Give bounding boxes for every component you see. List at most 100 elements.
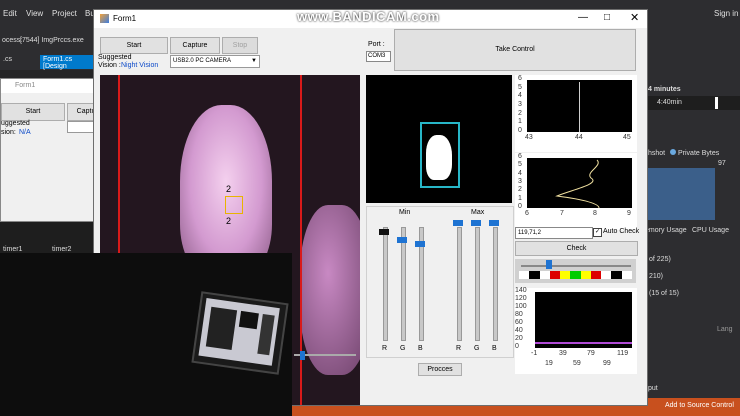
ide-tabs: .cs Form1.cs [Design xyxy=(0,52,100,70)
mask-preview xyxy=(366,75,512,203)
histogram-3: -1 39 79 119 19 59 99 xyxy=(515,288,637,374)
private-bytes-legend: Private Bytes xyxy=(678,150,720,157)
hist3-xt3: 119 xyxy=(617,350,629,357)
hist3-xb1: 59 xyxy=(573,360,581,367)
mask-blob xyxy=(426,135,452,180)
hist2_y-tick: 5 xyxy=(518,161,522,169)
inner-form-title: Form1 xyxy=(15,82,36,89)
hist3_y-tick: 100 xyxy=(515,303,527,310)
main-form-title: Form1 xyxy=(113,14,137,23)
inner-form-titlebar: Form1 xyxy=(1,79,101,93)
min-b-thumb[interactable] xyxy=(415,241,425,247)
take-control-button[interactable]: Take Control xyxy=(394,29,636,71)
close-icon[interactable]: ✕ xyxy=(630,11,639,24)
inner-vision-label: sion: xyxy=(1,129,16,136)
webcam-laptop-screen xyxy=(191,291,289,375)
threshold-group: Min Max R G B R G B xyxy=(366,206,514,358)
procces-button[interactable]: Procces xyxy=(418,363,462,376)
tracker-label-bottom: 2 xyxy=(226,216,232,226)
inner-vision-value: N/A xyxy=(19,129,31,136)
color-slider-track[interactable] xyxy=(521,265,631,267)
hist1_y-tick: 6 xyxy=(518,75,522,82)
ide-process-bar: ocess: [7544] ImgPrccs.exe xyxy=(0,28,100,52)
auto-check-checkbox[interactable]: ✓ xyxy=(593,228,602,237)
sign-in-link[interactable]: Sign in xyxy=(714,9,738,18)
hist2-x2: 8 xyxy=(593,210,597,217)
hist3-xt2: 79 xyxy=(587,350,595,357)
timer2-label[interactable]: timer2 xyxy=(52,246,71,253)
hist3_y-tick: 80 xyxy=(515,311,523,318)
max-b-thumb[interactable] xyxy=(489,220,499,226)
coord-field[interactable]: 119,71,2 xyxy=(515,227,593,239)
hist3-xt0: -1 xyxy=(531,350,538,357)
hist2_y-tick: 2 xyxy=(518,186,522,194)
histogram-3-series xyxy=(535,342,632,344)
minimize-icon[interactable]: — xyxy=(578,12,588,23)
max-label: Max xyxy=(471,209,485,216)
histogram-3-plot xyxy=(535,292,632,348)
process-value[interactable]: [7544] ImgPrccs.exe xyxy=(20,37,84,44)
cpu-usage-tab[interactable]: CPU Usage xyxy=(692,227,729,234)
max-r-label: R xyxy=(456,345,462,352)
histogram-1-line xyxy=(579,82,580,132)
camera-select-value: USB2.0 PC CAMERA xyxy=(173,58,232,64)
port-input[interactable]: COM3 xyxy=(366,51,391,62)
output-label: put xyxy=(648,385,658,392)
webcam-overlay xyxy=(0,253,292,416)
hist1_y-tick: 1 xyxy=(518,118,522,126)
color-slider-thumb[interactable] xyxy=(546,260,552,269)
hist1_y-tick: 2 xyxy=(518,109,522,117)
menu-edit[interactable]: Edit xyxy=(3,9,17,18)
hist2_y-tick: 0 xyxy=(518,203,522,210)
max-r-track[interactable] xyxy=(457,227,462,341)
menu-view[interactable]: View xyxy=(26,9,43,18)
add-to-source-control[interactable]: Add to Source Control xyxy=(665,402,734,409)
min-g-thumb[interactable] xyxy=(397,237,407,243)
inner-suggested-label: uggested xyxy=(1,120,30,127)
histogram-1: 43 44 45 xyxy=(515,75,637,152)
min-g-track[interactable] xyxy=(401,227,406,341)
auto-check-label: Auto Check xyxy=(603,228,640,235)
menu-project[interactable]: Project xyxy=(52,9,77,18)
timeline-handle[interactable] xyxy=(715,97,718,109)
bandicam-watermark: www.BANDICAM.com xyxy=(297,9,440,24)
max-r-thumb[interactable] xyxy=(453,220,463,226)
duration-label: 4 minutes xyxy=(648,86,681,93)
memory-usage-tab[interactable]: emory Usage xyxy=(645,227,687,234)
histogram-2-plot xyxy=(527,158,632,208)
histogram-1-plot xyxy=(527,80,632,132)
hist3_y-tick: 40 xyxy=(515,327,523,334)
start-button[interactable]: Start xyxy=(100,37,168,54)
hist2_y-tick: 6 xyxy=(518,153,522,160)
hist2_y-tick: 3 xyxy=(518,178,522,185)
min-r-track[interactable] xyxy=(383,227,388,341)
max-g-thumb[interactable] xyxy=(471,220,481,226)
capture-button[interactable]: Capture xyxy=(170,37,220,54)
tab-cs[interactable]: .cs xyxy=(0,55,15,69)
webcam-laptop-content xyxy=(198,298,280,366)
hist2-x1: 7 xyxy=(560,210,564,217)
maximize-icon[interactable]: □ xyxy=(604,12,610,23)
timer1-label[interactable]: timer1 xyxy=(3,246,22,253)
chevron-down-icon: ▼ xyxy=(251,58,257,64)
camera-select[interactable]: USB2.0 PC CAMERA ▼ xyxy=(170,55,260,68)
camera-slider-thumb[interactable] xyxy=(300,351,305,360)
max-b-track[interactable] xyxy=(493,227,498,341)
tracker-label-top: 2 xyxy=(226,184,232,194)
vision-label: Vision : xyxy=(98,62,121,69)
max-g-track[interactable] xyxy=(475,227,480,341)
hist1_y-tick: 5 xyxy=(518,83,522,91)
component-tray: timer1 timer2 xyxy=(0,220,100,256)
memory-value: 97 xyxy=(718,160,726,167)
hist3_y-tick: 0 xyxy=(515,343,519,350)
min-r-thumb[interactable] xyxy=(379,229,389,235)
hist1-x2: 45 xyxy=(623,134,631,141)
memory-graph xyxy=(645,168,715,220)
hist1_y-tick: 3 xyxy=(518,101,522,108)
max-g-label: G xyxy=(474,345,480,352)
inner-start-button[interactable]: Start xyxy=(1,103,65,121)
check-button[interactable]: Check xyxy=(515,241,638,256)
hist2-x3: 9 xyxy=(627,210,631,217)
hist3_y-tick: 120 xyxy=(515,295,527,302)
tab-form1-design[interactable]: Form1.cs [Design xyxy=(40,55,100,70)
